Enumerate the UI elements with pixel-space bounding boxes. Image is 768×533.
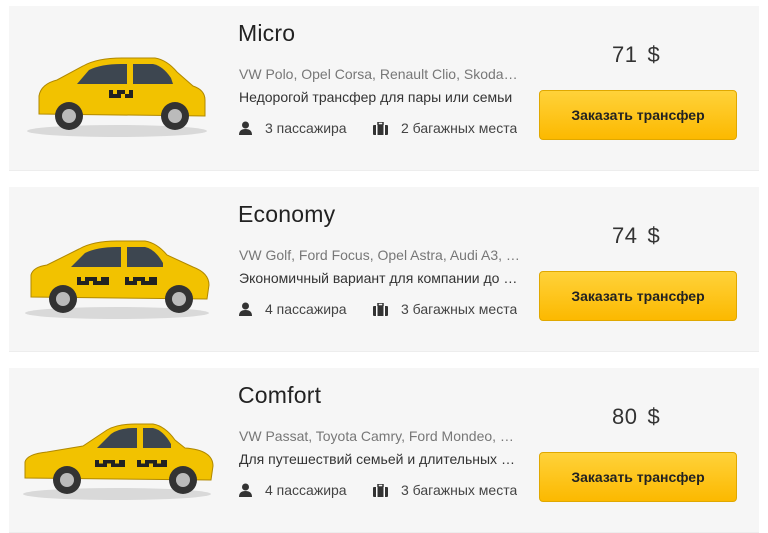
user-icon xyxy=(239,302,252,316)
passengers-count: 4 пассажира xyxy=(265,301,347,317)
price-value: 71 xyxy=(612,42,638,67)
price-value: 74 xyxy=(612,223,638,248)
user-icon xyxy=(239,121,252,135)
suitcase-icon xyxy=(373,121,388,135)
tariff-card-micro: Micro VW Polo, Opel Corsa, Renault Clio,… xyxy=(9,6,759,171)
price-value: 80 xyxy=(612,404,638,429)
luggage-count: 3 багажных места xyxy=(401,301,518,317)
tariff-card-economy: Economy VW Golf, Ford Focus, Opel Astra,… xyxy=(9,187,759,352)
suitcase-icon xyxy=(373,483,388,497)
sedan-taxi-icon xyxy=(17,396,217,506)
passengers-count: 3 пассажира xyxy=(265,120,347,136)
order-transfer-button[interactable]: Заказать трансфер xyxy=(539,90,737,140)
luggage-count: 3 багажных места xyxy=(401,482,518,498)
suitcase-icon xyxy=(373,302,388,316)
tariff-description: Недорогой трансфер для пары или семьи xyxy=(239,89,513,105)
luggage-info: 2 багажных места xyxy=(373,120,523,136)
hatchback-taxi-icon xyxy=(17,34,217,144)
user-icon xyxy=(239,483,252,497)
price-currency: $ xyxy=(647,404,661,429)
tariff-models: VW Passat, Toyota Camry, Ford Mondeo, Sk… xyxy=(239,428,521,444)
passengers-info: 4 пассажира xyxy=(239,482,364,498)
luggage-info: 3 багажных места xyxy=(373,301,523,317)
tariff-price: 74 $ xyxy=(612,223,660,249)
passengers-count: 4 пассажира xyxy=(265,482,347,498)
order-transfer-button[interactable]: Заказать трансфер xyxy=(539,271,737,321)
passengers-info: 4 пассажира xyxy=(239,301,364,317)
order-transfer-button[interactable]: Заказать трансфер xyxy=(539,452,737,502)
passengers-info: 3 пассажира xyxy=(239,120,364,136)
tariff-description: Для путешествий семьей и длительных поез… xyxy=(239,451,521,467)
tariff-description: Экономичный вариант для компании до 4 че… xyxy=(239,270,521,286)
tariff-price: 80 $ xyxy=(612,404,660,430)
price-currency: $ xyxy=(647,42,661,67)
price-currency: $ xyxy=(647,223,661,248)
tariff-name: Micro xyxy=(238,20,296,46)
tariff-card-comfort: Comfort VW Passat, Toyota Camry, Ford Mo… xyxy=(9,368,759,533)
tariff-models: VW Golf, Ford Focus, Opel Astra, Audi A3… xyxy=(239,247,521,263)
luggage-info: 3 багажных места xyxy=(373,482,523,498)
luggage-count: 2 багажных места xyxy=(401,120,518,136)
tariff-price: 71 $ xyxy=(612,42,660,68)
tariff-name: Comfort xyxy=(238,382,322,408)
tariff-models: VW Polo, Opel Corsa, Renault Clio, Skoda… xyxy=(239,66,521,82)
tariff-name: Economy xyxy=(238,201,336,227)
hatchback-taxi-icon xyxy=(17,215,217,325)
